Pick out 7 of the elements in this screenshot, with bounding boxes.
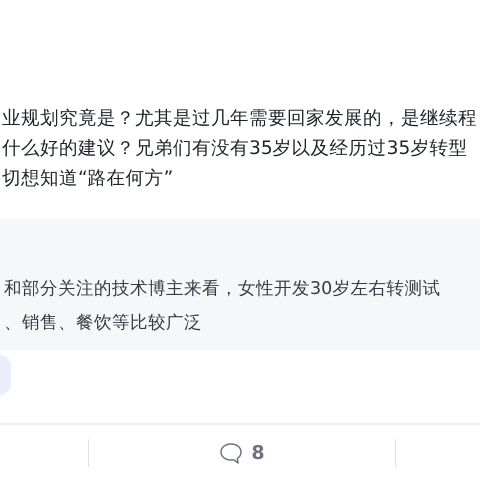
speech-bubble-icon	[219, 442, 244, 464]
post-text-line: 什么好的建议？兄弟们有没有35岁以及经历过35岁转型	[2, 137, 468, 161]
quote-text-line: 和部分关注的技术博主来看，女性开发30岁左右转测试	[4, 278, 440, 301]
comment-button[interactable]: 8	[219, 442, 265, 464]
post-text-line: 业规划究竟是？尤其是过几年需要回家发展的，是继续程	[2, 107, 477, 131]
quote-text-line: 、销售、餐饮等比较广泛	[4, 312, 202, 335]
post-text-line: 切想知道“路在何方”	[2, 167, 174, 191]
